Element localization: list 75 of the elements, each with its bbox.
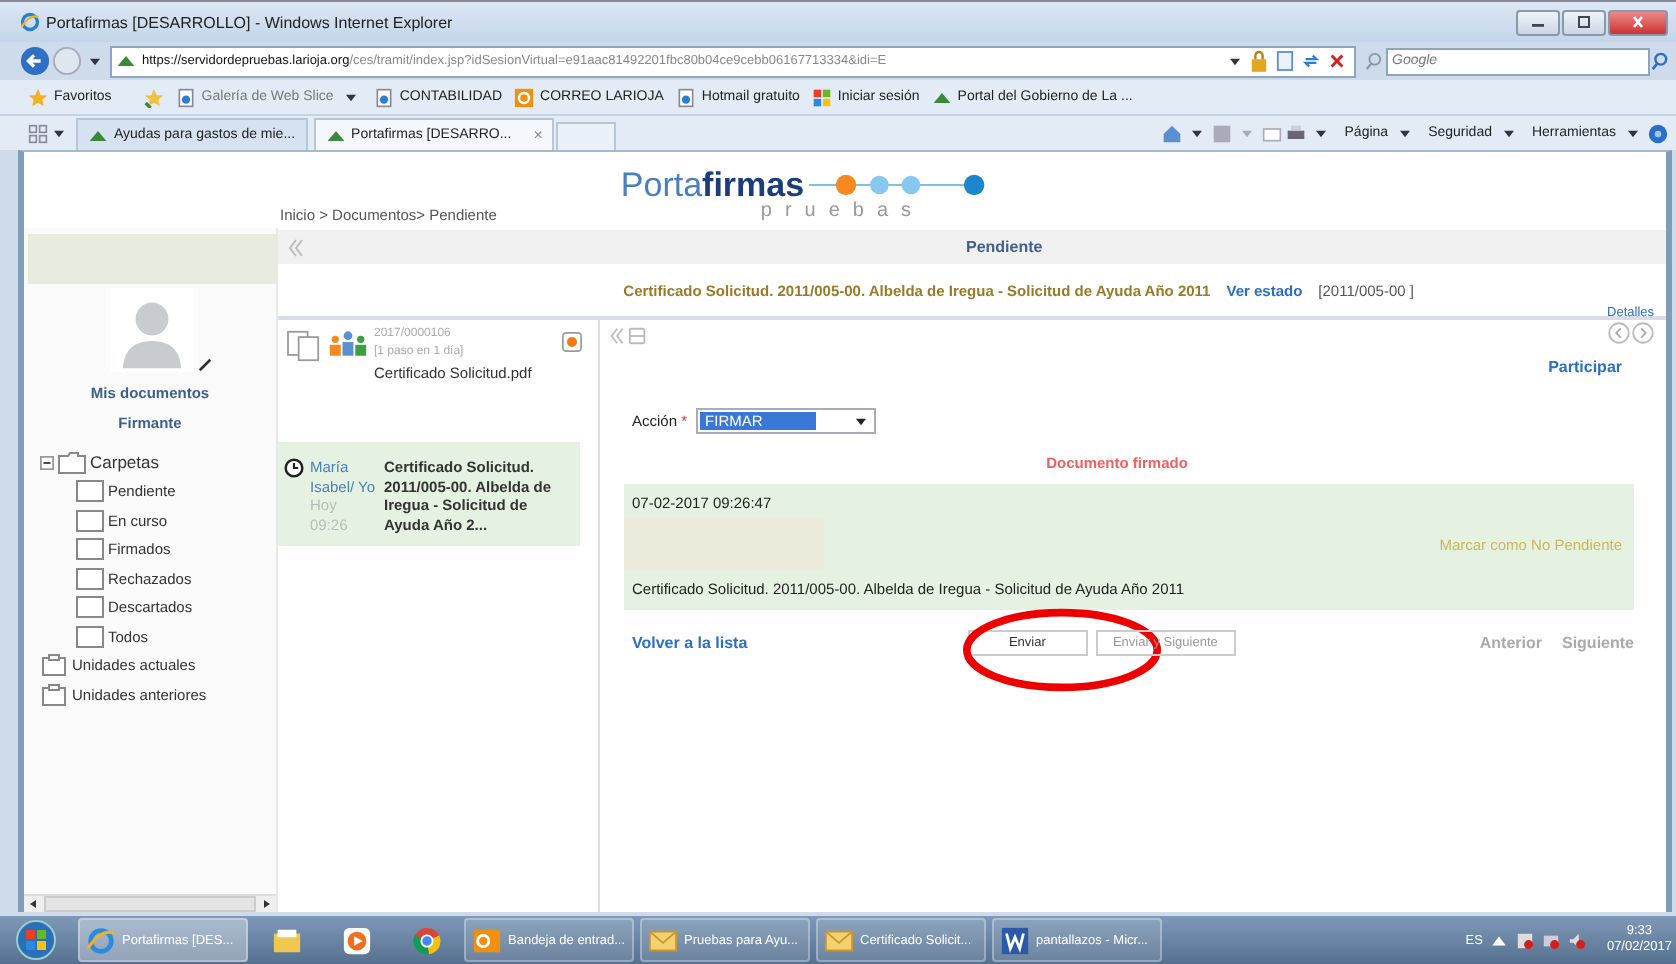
close-icon (1628, 16, 1648, 28)
refresh-icon[interactable] (1302, 50, 1320, 72)
folder-icon (76, 567, 104, 590)
participate-link[interactable]: Participar (1548, 358, 1622, 376)
search-icon (1364, 50, 1382, 72)
record-icon[interactable] (562, 332, 582, 352)
caret-icon[interactable] (1316, 129, 1327, 137)
caret-icon[interactable] (1230, 57, 1240, 65)
web-page-icon (175, 87, 196, 107)
folder-icon (76, 596, 104, 619)
volume-icon[interactable] (1568, 931, 1587, 949)
browser-icon (20, 12, 40, 32)
browser-icon (86, 925, 116, 955)
web-page-icon (373, 87, 394, 107)
minimize-button[interactable] (1516, 9, 1560, 35)
people-icon (328, 330, 368, 356)
caret-icon[interactable] (90, 57, 100, 65)
browser-icon (411, 925, 441, 955)
lock-icon (1250, 50, 1268, 72)
web-page-icon (675, 87, 696, 107)
app-icon (472, 925, 502, 955)
stop-icon[interactable] (1328, 50, 1346, 72)
envelope-icon (824, 925, 854, 955)
section-title: Pendiente (966, 238, 1043, 256)
app-icon (514, 87, 535, 107)
documents-icon (286, 330, 322, 362)
play-icon (341, 925, 371, 955)
logo-text: Portafirmas (620, 167, 805, 201)
window-title: Portafirmas [DESARROLLO] - Windows Internet Explorer (46, 13, 455, 31)
folder-icon (58, 451, 86, 474)
next-icon[interactable] (1632, 322, 1654, 344)
clock-icon (284, 458, 304, 478)
back-button[interactable] (20, 46, 50, 76)
collapse-icon[interactable] (40, 455, 54, 470)
help-icon[interactable] (1648, 123, 1668, 143)
tray-expand-icon[interactable] (1490, 931, 1509, 949)
caret-icon (855, 417, 866, 425)
scroll-left-icon[interactable] (28, 898, 40, 910)
folder-icon (76, 480, 104, 503)
envelope-icon (648, 925, 678, 955)
flag-icon[interactable] (1516, 931, 1535, 949)
scroll-right-icon[interactable] (260, 898, 272, 910)
site-icon (116, 52, 136, 70)
compatibility-icon[interactable] (1276, 50, 1294, 72)
squares-icon (811, 87, 832, 107)
folder-icon (76, 509, 104, 532)
scrollbar[interactable] (24, 894, 276, 912)
add-favorite-icon[interactable] (143, 87, 164, 107)
maximize-icon (1574, 16, 1594, 28)
close-button[interactable] (1608, 9, 1668, 35)
home-icon[interactable] (1162, 123, 1183, 143)
search-icon[interactable] (1650, 50, 1668, 72)
previous-icon[interactable] (1608, 322, 1630, 344)
caret-icon (1628, 129, 1638, 137)
document-icon (1000, 925, 1030, 955)
caret-icon[interactable] (54, 129, 64, 137)
mail-icon[interactable] (1262, 123, 1283, 143)
clipboard-icon (40, 654, 68, 677)
start-button[interactable] (16, 920, 56, 960)
folder-icon (271, 925, 301, 955)
clipboard-icon (40, 683, 68, 706)
folder-icon (76, 538, 104, 561)
caret-icon[interactable] (1192, 129, 1203, 137)
network-icon[interactable] (1542, 931, 1561, 949)
pencil-icon[interactable] (197, 358, 211, 372)
star-icon (28, 87, 48, 107)
caret-icon (1400, 129, 1411, 137)
logo-subtitle: pruebas (760, 201, 925, 221)
tree-item[interactable]: Carpetas (90, 452, 159, 473)
folder-icon (76, 625, 104, 648)
caret-icon (1503, 129, 1514, 137)
printer-icon[interactable] (1286, 123, 1307, 143)
back-link[interactable]: Volver a la lista (632, 634, 748, 652)
scrollbar-thumb[interactable] (44, 896, 256, 912)
maximize-button[interactable] (1562, 9, 1606, 35)
